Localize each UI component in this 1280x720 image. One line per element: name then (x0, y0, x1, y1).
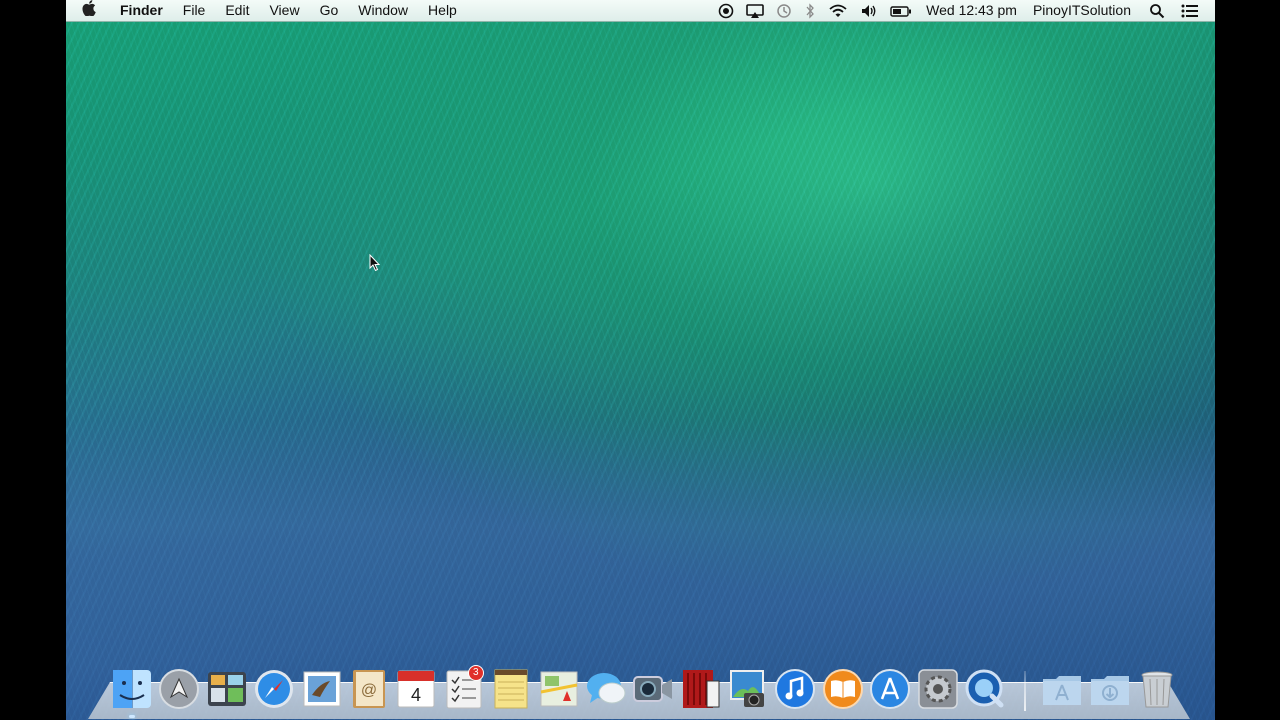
running-indicator (129, 715, 135, 718)
applications-folder-icon[interactable] (1040, 667, 1084, 711)
svg-text:4: 4 (411, 685, 421, 705)
menu-bar-left: Finder File Edit View Go Window Help (66, 0, 467, 22)
notes-icon[interactable] (489, 667, 533, 711)
mouse-cursor-icon (369, 253, 381, 277)
reminders-badge: 3 (467, 665, 484, 681)
downloads-folder-icon[interactable] (1088, 667, 1132, 711)
airplay-icon[interactable] (740, 3, 770, 19)
safari-icon[interactable] (252, 667, 296, 711)
menu-help[interactable]: Help (418, 0, 467, 21)
volume-icon[interactable] (854, 3, 884, 19)
trash-icon[interactable] (1135, 667, 1179, 711)
menu-bar: Finder File Edit View Go Window Help Wed… (66, 0, 1215, 22)
calendar-icon[interactable]: 4 (394, 667, 438, 711)
menu-bar-right: Wed 12:43 pm PinoyITSolution (712, 0, 1215, 21)
desktop-screen: Finder File Edit View Go Window Help Wed… (66, 0, 1215, 720)
menu-go[interactable]: Go (310, 0, 349, 21)
quicktime-icon[interactable] (963, 667, 1007, 711)
contacts-icon[interactable]: @ (347, 667, 391, 711)
battery-icon[interactable] (884, 3, 918, 19)
time-machine-icon[interactable] (770, 3, 798, 19)
ibooks-icon[interactable] (821, 667, 865, 711)
iphoto-icon[interactable] (726, 667, 770, 711)
facetime-icon[interactable] (631, 667, 675, 711)
spotlight-icon[interactable] (1143, 3, 1171, 19)
record-icon[interactable] (712, 3, 740, 19)
messages-icon[interactable] (584, 667, 628, 711)
dock: @ 4 3 (110, 661, 1183, 718)
mission-control-icon[interactable] (205, 667, 249, 711)
notification-center-icon[interactable] (1171, 3, 1215, 19)
menu-view[interactable]: View (259, 0, 309, 21)
system-preferences-icon[interactable] (916, 667, 960, 711)
itunes-icon[interactable] (773, 667, 817, 711)
menu-clock[interactable]: Wed 12:43 pm (918, 0, 1027, 21)
menu-app-name[interactable]: Finder (110, 0, 173, 21)
menu-file[interactable]: File (173, 0, 216, 21)
mail-icon[interactable] (300, 667, 344, 711)
menu-edit[interactable]: Edit (215, 0, 259, 21)
launchpad-icon[interactable] (157, 667, 201, 711)
menu-user[interactable]: PinoyITSolution (1027, 0, 1143, 21)
bluetooth-icon[interactable] (798, 2, 822, 19)
menu-window[interactable]: Window (348, 0, 418, 21)
apple-menu-icon[interactable] (66, 0, 110, 22)
reminders-icon[interactable]: 3 (442, 665, 486, 711)
dock-divider (1024, 671, 1027, 711)
finder-icon[interactable] (110, 667, 154, 718)
wifi-icon[interactable] (822, 3, 854, 19)
app-store-icon[interactable] (868, 667, 912, 711)
maps-icon[interactable] (537, 667, 581, 711)
svg-text:@: @ (361, 682, 377, 699)
photo-booth-icon[interactable] (679, 667, 723, 711)
